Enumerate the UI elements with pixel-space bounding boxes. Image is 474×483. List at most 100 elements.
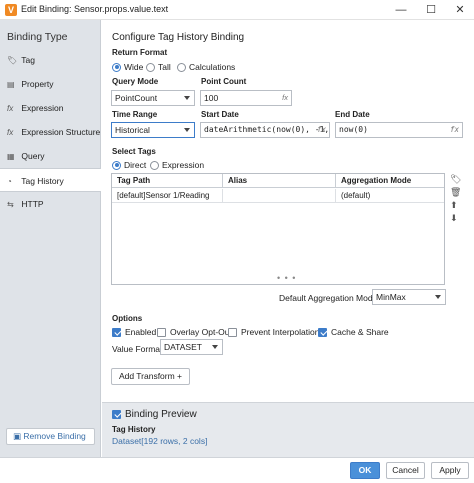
radio-calculations[interactable]: Calculations (177, 62, 235, 72)
sidebar-item-label: HTTP (21, 199, 44, 209)
checkbox-cache-share[interactable]: Cache & Share (318, 327, 389, 337)
radio-label: Wide (124, 62, 144, 72)
maximize-icon[interactable]: ☐ (417, 0, 445, 20)
checkbox-prevent-interpolation[interactable]: Prevent Interpolation (228, 327, 319, 337)
checkbox-icon (112, 327, 121, 337)
cancel-button[interactable]: Cancel (386, 462, 425, 479)
history-icon: ◔ (7, 177, 12, 186)
fx-icon[interactable]: fx (282, 91, 288, 105)
radio-tall[interactable]: Tall (146, 62, 171, 72)
config-title: Configure Tag History Binding (112, 32, 245, 43)
select-tags-label: Select Tags (112, 147, 156, 156)
sidebar-item-expression-structure[interactable]: fx Expression Structure (0, 120, 101, 144)
checkbox-overlay-opt-out[interactable]: Overlay Opt-Out (157, 327, 232, 337)
radio-wide[interactable]: Wide (112, 62, 143, 72)
query-mode-label: Query Mode (112, 77, 159, 86)
column-header-aggregation[interactable]: Aggregation Mode (336, 174, 444, 188)
time-range-select[interactable]: Historical (111, 122, 195, 138)
trash-icon[interactable]: 🗑 (450, 187, 461, 198)
query-mode-select[interactable]: PointCount (111, 90, 195, 106)
radio-label: Tall (158, 62, 171, 72)
column-header-alias[interactable]: Alias (223, 174, 336, 188)
app-logo-icon: V (5, 4, 17, 16)
preview-source-label: Tag History (112, 425, 156, 434)
checkbox-icon (157, 327, 166, 337)
sidebar-item-http[interactable]: ⇆ HTTP (0, 192, 101, 216)
end-date-input[interactable]: now(0) fx (335, 122, 463, 138)
checkbox-icon (228, 327, 237, 337)
checkbox-label: Cache & Share (331, 327, 389, 337)
sidebar-item-expression[interactable]: fx Expression (0, 96, 101, 120)
radio-label: Direct (124, 160, 147, 170)
property-icon: ▤ (7, 80, 15, 89)
value-format-label: Value Format (112, 344, 163, 354)
arrow-up-icon[interactable]: ⬆ (450, 200, 458, 211)
checkbox-label: Enabled (125, 327, 157, 337)
checkbox-label: Prevent Interpolation (241, 327, 320, 337)
end-date-label: End Date (335, 110, 370, 119)
sidebar-item-label: Property (21, 79, 54, 89)
default-aggregation-label: Default Aggregation Mode (279, 293, 378, 303)
arrow-down-icon[interactable]: ⬇ (450, 213, 458, 224)
checkbox-binding-preview[interactable]: Binding Preview (112, 409, 197, 420)
table-cell[interactable] (223, 189, 336, 203)
chevron-down-icon (212, 345, 218, 349)
time-range-value: Historical (115, 125, 150, 135)
fx-icon[interactable]: fx (317, 123, 326, 137)
add-transform-button[interactable]: Add Transform + (111, 368, 190, 385)
radio-dot-icon (112, 160, 121, 170)
start-date-label: Start Date (201, 110, 239, 119)
start-date-input[interactable]: dateArithmetic(now(0), -1, fx (200, 122, 330, 138)
sidebar-item-query[interactable]: ▦ Query (0, 144, 101, 168)
options-label: Options (112, 314, 143, 323)
table-cell[interactable]: (default) (336, 189, 444, 203)
remove-binding-label: Remove Binding (23, 431, 86, 441)
radio-dot-icon (112, 62, 121, 72)
time-range-label: Time Range (112, 110, 158, 119)
window-title: Edit Binding: Sensor.props.value.text (21, 4, 169, 14)
value-format-select[interactable]: DATASET (160, 339, 223, 355)
sidebar-item-label: Expression (21, 103, 64, 113)
return-format-label: Return Format (112, 48, 168, 57)
sidebar-item-tag[interactable]: 🏷 Tag (0, 48, 101, 72)
table-cell[interactable]: [default]Sensor 1/Reading (112, 189, 223, 203)
value-format-value: DATASET (164, 342, 202, 352)
sidebar-item-property[interactable]: ▤ Property (0, 72, 101, 96)
radio-expression[interactable]: Expression (150, 160, 204, 170)
radio-dot-icon (177, 62, 186, 72)
point-count-input[interactable]: 100 fx (200, 90, 292, 106)
point-count-value: 100 (204, 93, 219, 103)
radio-direct[interactable]: Direct (112, 160, 146, 170)
checkbox-enabled[interactable]: Enabled (112, 327, 156, 337)
sidebar-item-label: Expression Structure (21, 127, 101, 137)
minimize-icon[interactable]: — (387, 0, 415, 20)
binding-preview-panel: Binding Preview Tag History Dataset[192 … (102, 402, 474, 457)
dialog-footer: OK Cancel Apply (0, 457, 474, 483)
checkbox-icon (318, 327, 327, 337)
ok-button[interactable]: OK (350, 462, 380, 479)
radio-label: Expression (162, 160, 205, 170)
checkbox-label: Overlay Opt-Out (170, 327, 232, 337)
sidebar-item-label: Tag (21, 55, 35, 65)
start-date-value: dateArithmetic(now(0), -1, (204, 125, 330, 134)
remove-binding-button[interactable]: ▣ Remove Binding (6, 428, 95, 445)
preview-result-link[interactable]: Dataset[192 rows, 2 cols] (112, 436, 207, 446)
tags-table[interactable]: Tag Path Alias Aggregation Mode [default… (111, 173, 445, 285)
resize-grip-icon[interactable]: • • • (277, 273, 296, 283)
default-aggregation-select[interactable]: MinMax (372, 289, 446, 305)
sidebar-header: Binding Type (7, 31, 68, 43)
preview-title: Binding Preview (125, 409, 197, 420)
column-header-tag-path[interactable]: Tag Path (112, 174, 223, 188)
config-panel: Configure Tag History Binding Return For… (102, 20, 474, 457)
close-icon[interactable]: ✕ (446, 0, 474, 20)
point-count-label: Point Count (201, 77, 247, 86)
radio-dot-icon (146, 62, 155, 72)
chevron-down-icon (184, 96, 190, 100)
tag-browse-icon[interactable]: 🏷 (450, 174, 461, 185)
fx-icon[interactable]: fx (450, 123, 459, 137)
apply-button[interactable]: Apply (431, 462, 469, 479)
title-bar: V Edit Binding: Sensor.props.value.text … (0, 0, 474, 20)
sidebar-item-tag-history[interactable]: ◔ Tag History (0, 168, 101, 192)
chevron-down-icon (184, 128, 190, 132)
query-mode-value: PointCount (115, 93, 158, 103)
